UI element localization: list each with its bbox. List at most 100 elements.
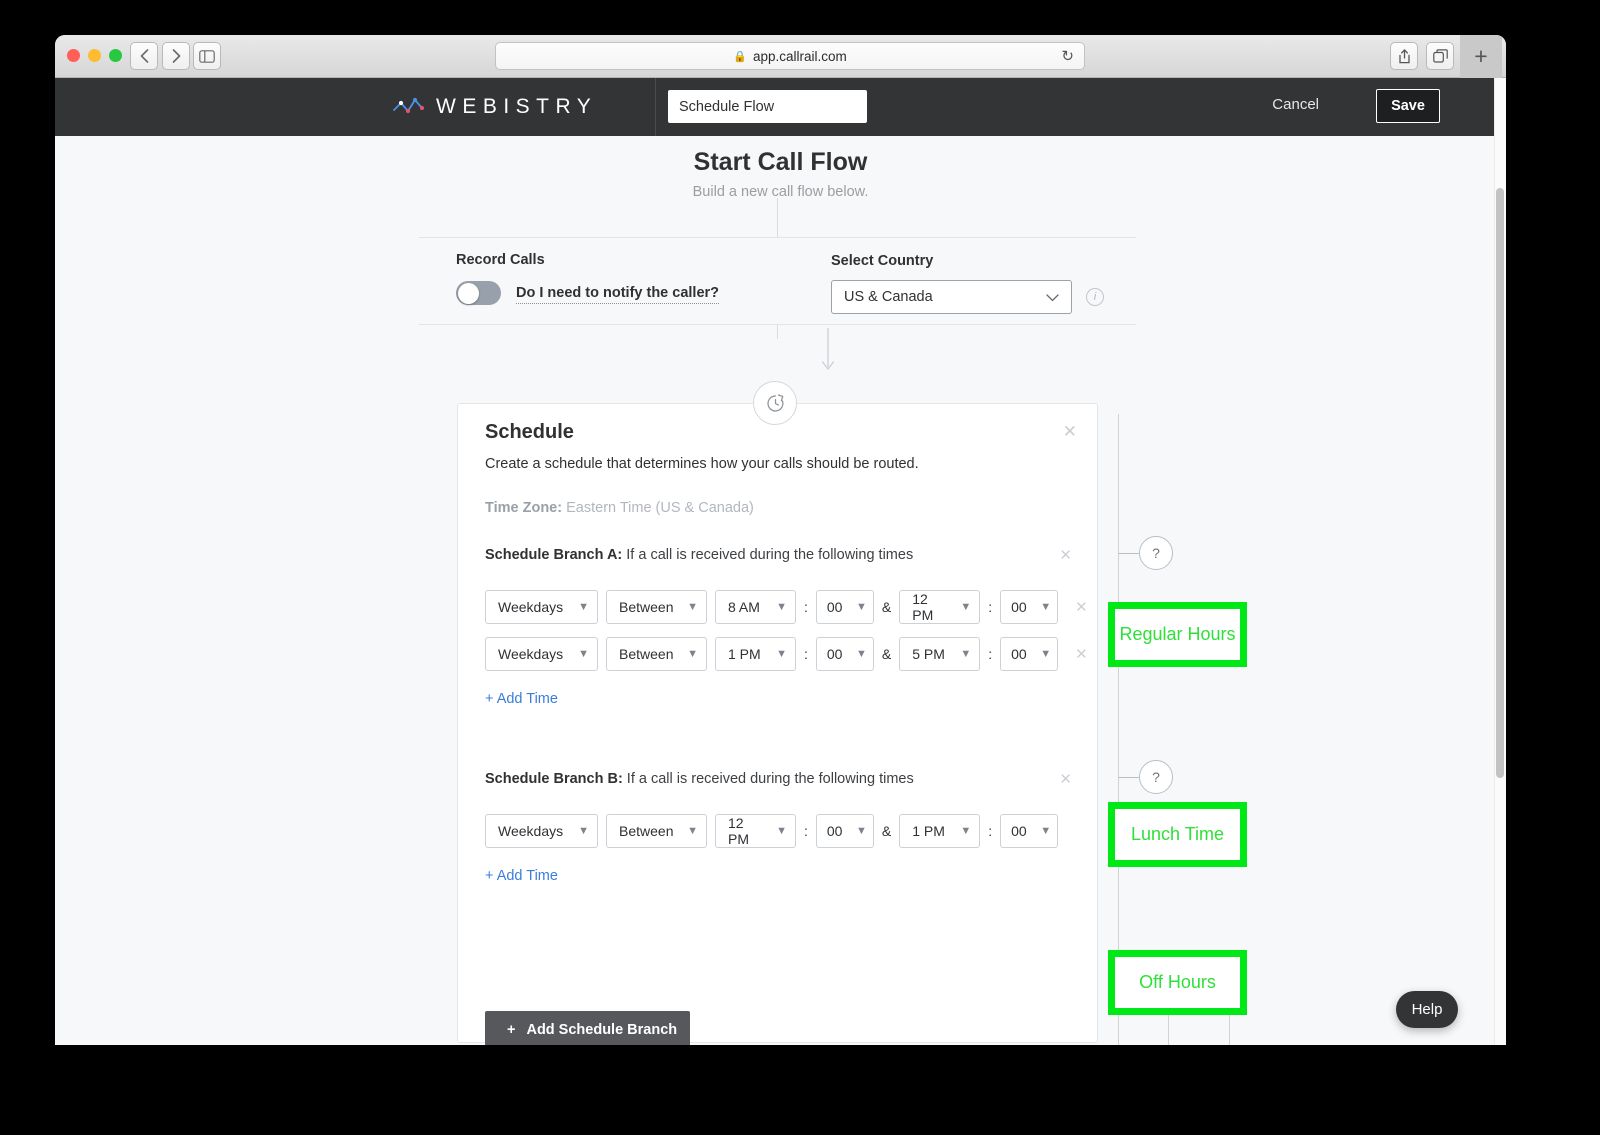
plus-icon: + [507, 1021, 516, 1038]
time-ampersand: & [881, 823, 892, 839]
time-colon: : [988, 599, 993, 615]
vertical-scrollbar-track[interactable] [1494, 78, 1506, 1045]
url-text: app.callrail.com [752, 48, 847, 64]
annotation-off-hours: Off Hours [1108, 950, 1247, 1015]
branch-a-heading-rest: If a call is received during the followi… [622, 547, 914, 563]
flow-arrow-down [818, 328, 838, 379]
arrow-down-icon [821, 328, 835, 370]
condition-select[interactable]: Between ▼ [606, 637, 707, 671]
call-settings-row: Record Calls Do I need to notify the cal… [419, 237, 1136, 325]
timezone-line: Time Zone: Eastern Time (US & Canada) [485, 500, 754, 516]
chevron-down-icon: ▼ [578, 825, 589, 837]
help-button[interactable]: Help [1396, 991, 1458, 1028]
forward-button[interactable] [162, 42, 190, 70]
remove-branch-a-button[interactable]: ✕ [1059, 548, 1072, 563]
page-subtitle: Build a new call flow below. [692, 184, 869, 200]
cancel-button[interactable]: Cancel [1272, 96, 1319, 113]
branch-b-add-time-button[interactable]: + Add Time [485, 868, 558, 884]
vertical-scrollbar-thumb[interactable] [1496, 188, 1504, 778]
back-button[interactable] [130, 42, 158, 70]
browser-toolbar: 🔒 app.callrail.com ↻ + [55, 35, 1506, 78]
start-hour-select[interactable]: 12 PM ▼ [715, 814, 796, 848]
toolbar-right-actions [1390, 42, 1454, 70]
chevron-down-icon [1046, 290, 1059, 306]
condition-select[interactable]: Between ▼ [606, 590, 707, 624]
address-bar[interactable]: 🔒 app.callrail.com ↻ [495, 42, 1085, 70]
chevron-down-icon: ▼ [960, 601, 972, 613]
sidebar-toggle-icon [199, 49, 215, 63]
start-hour-select[interactable]: 1 PM ▼ [715, 637, 796, 671]
close-icon[interactable]: ✕ [1063, 423, 1077, 440]
day-select[interactable]: Weekdays ▼ [485, 637, 598, 671]
share-icon [1398, 48, 1410, 63]
branch-a-question-node[interactable]: ? [1139, 536, 1173, 570]
browser-window: 🔒 app.callrail.com ↻ + WEBISTRY Schedule… [55, 35, 1506, 1045]
day-select[interactable]: Weekdays ▼ [485, 590, 598, 624]
show-tabs-button[interactable] [1426, 42, 1454, 70]
end-hour-select[interactable]: 1 PM ▼ [899, 814, 981, 848]
country-info-icon[interactable]: i [1086, 288, 1104, 306]
chevron-down-icon: ▼ [776, 601, 787, 613]
end-hour-select[interactable]: 5 PM ▼ [899, 637, 981, 671]
chevron-down-icon: ▼ [776, 648, 787, 660]
flow-trunk-mid [777, 325, 778, 339]
annotation-lunch-time: Lunch Time [1108, 802, 1247, 867]
day-select[interactable]: Weekdays ▼ [485, 814, 598, 848]
schedule-node-icon[interactable] [753, 381, 797, 425]
branch-b-question-node[interactable]: ? [1139, 760, 1173, 794]
flow-name-input[interactable] [668, 90, 867, 123]
chevron-down-icon: ▼ [960, 648, 972, 660]
start-minute-select[interactable]: 00 ▼ [815, 637, 874, 671]
sidebar-toggle-button[interactable] [193, 42, 221, 70]
condition-select-value: Between [619, 823, 674, 839]
end-minute-select[interactable]: 00 ▼ [1000, 814, 1059, 848]
remove-time-row-button[interactable]: ✕ [1075, 598, 1088, 616]
chevron-down-icon: ▼ [856, 601, 867, 613]
time-colon: : [988, 646, 993, 662]
add-schedule-branch-label: Add Schedule Branch [526, 1021, 678, 1038]
brand-logo[interactable]: WEBISTRY [392, 78, 597, 136]
close-window-button[interactable] [67, 49, 80, 62]
branch-a-heading-bold: Schedule Branch A: [485, 547, 623, 563]
chevron-down-icon: ▼ [578, 601, 589, 613]
branch-b-question-label: ? [1152, 769, 1160, 785]
remove-time-row-button[interactable]: ✕ [1075, 645, 1088, 663]
day-select-value: Weekdays [498, 646, 564, 662]
start-minute-select[interactable]: 00 ▼ [815, 814, 874, 848]
new-tab-button[interactable]: + [1460, 35, 1502, 78]
time-ampersand: & [881, 646, 892, 662]
end-minute-select[interactable]: 00 ▼ [1000, 590, 1059, 624]
chevron-down-icon: ▼ [687, 825, 698, 837]
flow-trunk-top [777, 198, 778, 238]
end-minute-value: 00 [1011, 646, 1027, 662]
reload-button[interactable]: ↻ [1061, 47, 1074, 65]
condition-select[interactable]: Between ▼ [606, 814, 707, 848]
start-hour-select[interactable]: 8 AM ▼ [715, 590, 796, 624]
end-hour-select[interactable]: 12 PM ▼ [899, 590, 981, 624]
branch-a-connector [1118, 553, 1139, 554]
maximize-window-button[interactable] [109, 49, 122, 62]
card-description: Create a schedule that determines how yo… [485, 456, 919, 472]
end-hour-value: 12 PM [912, 591, 934, 623]
share-button[interactable] [1390, 42, 1418, 70]
minimize-window-button[interactable] [88, 49, 101, 62]
branch-a-add-time-button[interactable]: + Add Time [485, 691, 558, 707]
end-minute-value: 00 [1011, 599, 1027, 615]
remove-branch-b-button[interactable]: ✕ [1059, 772, 1072, 787]
end-hour-value: 5 PM [912, 646, 945, 662]
show-tabs-icon [1432, 49, 1448, 63]
country-select[interactable]: US & Canada [831, 280, 1072, 314]
notify-caller-link[interactable]: Do I need to notify the caller? [516, 285, 720, 304]
chevron-down-icon: ▼ [856, 648, 867, 660]
save-button[interactable]: Save [1376, 89, 1440, 123]
schedule-card: Schedule ✕ Create a schedule that determ… [457, 403, 1098, 1045]
timezone-value: Eastern Time (US & Canada) [566, 500, 754, 516]
end-hour-value: 1 PM [912, 823, 945, 839]
start-minute-select[interactable]: 00 ▼ [815, 590, 874, 624]
add-schedule-branch-button[interactable]: + Add Schedule Branch [485, 1011, 690, 1045]
record-calls-toggle[interactable] [456, 281, 501, 305]
schedule-clock-icon [766, 393, 784, 412]
webistry-chart-logo-icon [393, 97, 424, 114]
time-colon: : [804, 823, 808, 839]
end-minute-select[interactable]: 00 ▼ [1000, 637, 1059, 671]
